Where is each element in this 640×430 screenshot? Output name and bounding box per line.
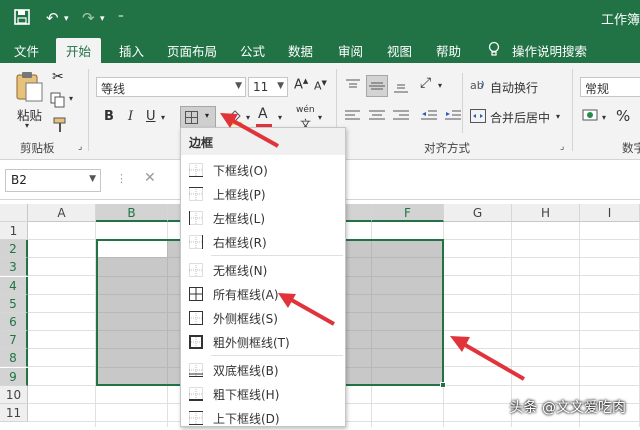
arrow-to-all-borders: [288, 298, 334, 324]
arrow-to-borders-button: [228, 118, 278, 146]
watermark: 头条 @文文爱吃肉: [510, 397, 626, 417]
arrow-to-selection: [460, 342, 524, 379]
annotation-arrows: [0, 0, 640, 427]
